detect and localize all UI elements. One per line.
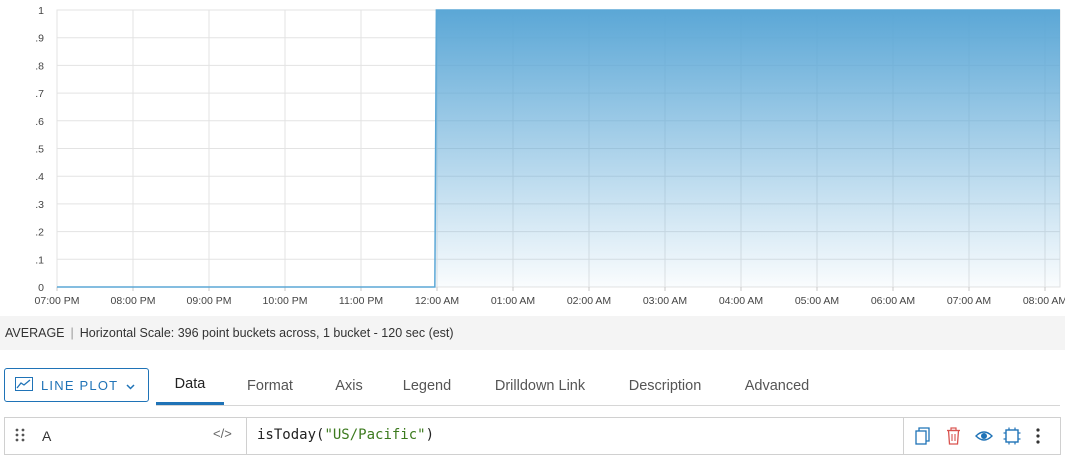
chart-panel: 1 .9 .8 .7 .6 .5 .4 .3 .2 .1 0 07:00 PM 08:00 PM 09:… [0, 0, 1065, 316]
query-expression[interactable]: isToday("US/Pacific") [257, 427, 434, 443]
tab-description[interactable]: Description [624, 366, 706, 405]
plot-type-label: LINE PLOT [41, 377, 119, 393]
more-options-icon[interactable] [1035, 427, 1041, 450]
tab-advanced[interactable]: Advanced [740, 366, 814, 405]
aggregation-label: AVERAGE [5, 326, 65, 340]
x-tick-label: 08:00 PM [111, 295, 156, 307]
tab-format[interactable]: Format [238, 366, 302, 405]
code-toggle-icon[interactable]: </> [213, 426, 232, 441]
x-tick-label: 06:00 AM [871, 295, 915, 307]
x-tick-label: 12:00 AM [415, 295, 459, 307]
line-chart-icon [15, 376, 33, 394]
x-tick-label: 01:00 AM [491, 295, 535, 307]
copy-icon[interactable] [915, 427, 931, 450]
tab-axis[interactable]: Axis [328, 366, 370, 405]
chevron-down-icon [126, 378, 135, 393]
y-tick-label: .9 [35, 33, 44, 45]
x-tick-label: 02:00 AM [567, 295, 611, 307]
y-tick-label: .1 [35, 254, 44, 266]
y-tick-label: .4 [35, 171, 44, 183]
status-separator: | [70, 326, 74, 340]
y-tick-label: .8 [35, 60, 44, 72]
x-tick-label: 05:00 AM [795, 295, 839, 307]
horizontal-scale-text: Horizontal Scale: 396 point buckets acro… [79, 326, 454, 340]
tab-bar: Data Format Axis Legend Drilldown Link D… [156, 366, 1060, 406]
y-tick-label: .5 [35, 144, 44, 156]
y-tick-label: 0 [38, 282, 44, 294]
y-tick-label: .6 [35, 116, 44, 128]
x-tick-label: 09:00 PM [187, 295, 232, 307]
ai-assist-icon[interactable] [1003, 427, 1021, 450]
x-tick-label: 04:00 AM [719, 295, 763, 307]
x-tick-label: 08:00 AM [1023, 295, 1065, 307]
y-tick-label: .3 [35, 199, 44, 211]
y-tick-label: 1 [38, 5, 44, 17]
y-tick-label: .2 [35, 227, 44, 239]
line-chart: 1 .9 .8 .7 .6 .5 .4 .3 .2 .1 0 07:00 PM 08:00 PM 09:… [35, 5, 1065, 307]
tab-legend[interactable]: Legend [398, 366, 456, 405]
drag-handle-icon[interactable] [15, 428, 25, 447]
query-close-paren: ) [425, 427, 435, 443]
x-tick-label: 11:00 PM [339, 295, 383, 307]
tab-data[interactable]: Data [156, 366, 224, 405]
status-bar: AVERAGE | Horizontal Scale: 396 point bu… [0, 316, 1065, 350]
query-function: isToday( [257, 427, 325, 443]
editor-tabs-row: LINE PLOT Data Format Axis Legend Drilld… [0, 366, 1065, 406]
y-tick-label: .7 [35, 88, 44, 100]
x-tick-label: 03:00 AM [643, 295, 687, 307]
query-name[interactable]: A [42, 428, 51, 444]
eye-icon[interactable] [975, 427, 993, 450]
tab-drilldown-link[interactable]: Drilldown Link [490, 366, 590, 405]
delete-icon[interactable] [946, 427, 961, 450]
query-input[interactable]: isToday("US/Pacific") [246, 418, 904, 454]
x-tick-label: 10:00 PM [263, 295, 308, 307]
x-tick-label: 07:00 PM [35, 295, 80, 307]
plot-type-dropdown[interactable]: LINE PLOT [4, 368, 149, 402]
query-row: A </> isToday("US/Pacific") [4, 417, 1061, 455]
x-tick-label: 07:00 AM [947, 295, 991, 307]
query-string-arg: "US/Pacific" [324, 427, 426, 443]
